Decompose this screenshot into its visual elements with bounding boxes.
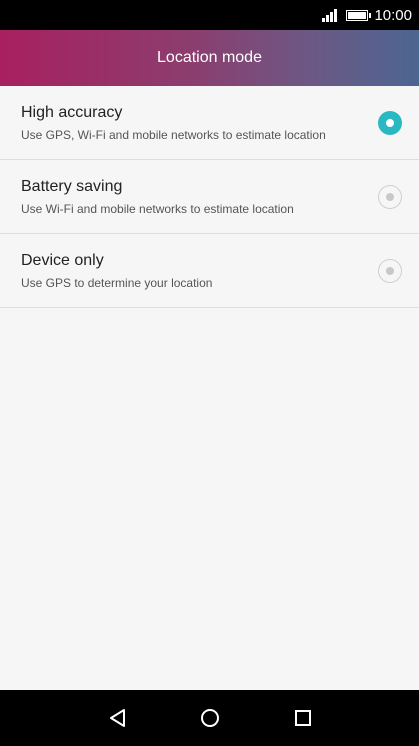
option-description: Use Wi-Fi and mobile networks to estimat… <box>21 202 294 216</box>
option-high-accuracy[interactable]: High accuracy Use GPS, Wi-Fi and mobile … <box>0 86 419 160</box>
radio-unselected-icon[interactable] <box>378 185 402 209</box>
app-header: Location mode <box>0 30 419 86</box>
location-mode-options: High accuracy Use GPS, Wi-Fi and mobile … <box>0 86 419 308</box>
option-title: High accuracy <box>21 104 123 121</box>
option-description: Use GPS to determine your location <box>21 276 213 290</box>
status-icons: 10:00 <box>322 0 412 30</box>
status-bar: 10:00 <box>0 0 419 30</box>
home-button[interactable] <box>180 690 240 746</box>
option-title: Battery saving <box>21 178 123 195</box>
radio-selected-icon[interactable] <box>378 111 402 135</box>
battery-icon <box>346 9 372 21</box>
option-title: Device only <box>21 252 104 269</box>
home-icon <box>201 709 219 727</box>
page-title: Location mode <box>157 49 262 66</box>
status-time: 10:00 <box>374 6 412 24</box>
back-button[interactable] <box>88 690 148 746</box>
back-icon <box>110 709 125 727</box>
option-battery-saving[interactable]: Battery saving Use Wi-Fi and mobile netw… <box>0 160 419 234</box>
navigation-bar <box>0 690 419 746</box>
signal-icon <box>322 8 338 22</box>
recents-button[interactable] <box>273 690 333 746</box>
option-description: Use GPS, Wi-Fi and mobile networks to es… <box>21 128 326 142</box>
recents-icon <box>295 710 311 726</box>
option-device-only[interactable]: Device only Use GPS to determine your lo… <box>0 234 419 308</box>
radio-unselected-icon[interactable] <box>378 259 402 283</box>
